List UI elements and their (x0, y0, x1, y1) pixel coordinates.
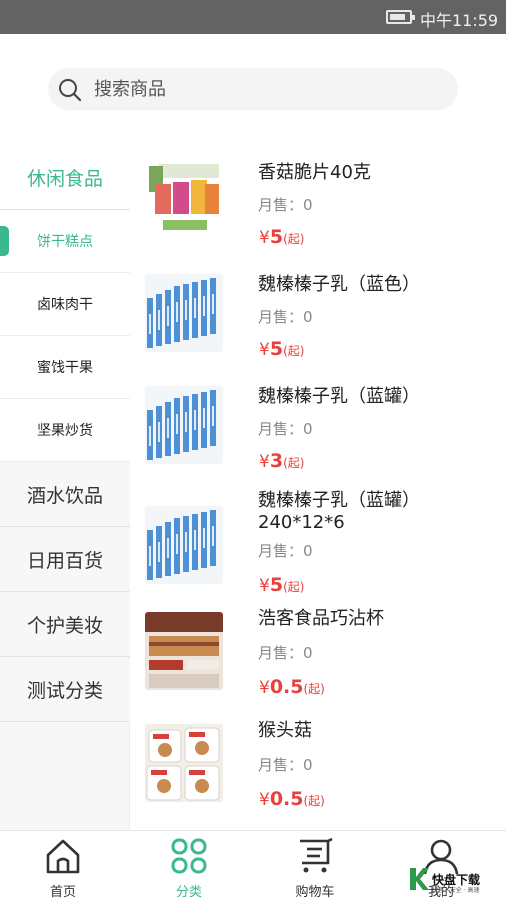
category-sidebar: 休闲食品 饼干糕点 卤味肉干 蜜饯干果 坚果炒货 酒水饮品 日用百货 个护美妆 … (0, 146, 130, 830)
product-sales: 月售：0 (258, 196, 313, 214)
active-indicator (0, 226, 9, 256)
product-item[interactable]: 魏榛榛子乳（蓝罐） 月售：0 ¥3(起) (131, 370, 506, 482)
category-item-beauty[interactable]: 个护美妆 (0, 593, 130, 657)
subcategory-label: 饼干糕点 (37, 234, 93, 250)
search-icon (59, 79, 82, 102)
product-image[interactable] (145, 612, 223, 690)
price-unit: (起) (303, 794, 325, 808)
subcategory-item-nuts[interactable]: 坚果炒货 (0, 399, 130, 462)
price-currency: ¥ (259, 576, 270, 596)
nav-label: 分类 (175, 885, 202, 900)
product-image[interactable] (145, 724, 223, 802)
cart-icon (300, 837, 333, 873)
product-sales: 月售：0 (258, 542, 313, 560)
search-input[interactable] (94, 68, 444, 110)
product-name: 魏榛榛子乳（蓝罐） (258, 490, 420, 511)
price-currency: ¥ (259, 228, 270, 248)
home-icon (46, 839, 80, 874)
product-price: ¥0.5(起) (259, 676, 325, 698)
product-list: 香菇脆片40克 月售：0 ¥5(起) 魏榛榛子乳（蓝色） 月售：0 ¥5(起) … (131, 146, 506, 830)
product-item[interactable]: 猴头菇 月售：0 ¥0.5(起) (131, 720, 506, 830)
price-currency: ¥ (259, 452, 270, 472)
product-sales: 月售：0 (258, 644, 313, 662)
status-time: 中午11:59 (420, 11, 499, 30)
k-logo-icon (410, 868, 429, 890)
price-currency: ¥ (259, 340, 270, 360)
product-price: ¥0.5(起) (259, 788, 325, 810)
price-currency: ¥ (259, 678, 270, 698)
product-price: ¥5(起) (259, 574, 304, 596)
subcategory-item-dried-fruit[interactable]: 蜜饯干果 (0, 336, 130, 399)
battery-icon (386, 10, 415, 24)
product-sales: 月售：0 (258, 756, 313, 774)
header (0, 34, 506, 146)
nav-home[interactable]: 首页 (0, 831, 126, 900)
product-name: 香菇脆片40克 (258, 162, 371, 183)
product-sales: 月售：0 (258, 420, 313, 438)
product-name-line2: 240*12*6 (258, 512, 345, 533)
price-unit: (起) (283, 580, 305, 594)
nav-cart[interactable]: 购物车 (252, 831, 378, 900)
nav-label: 首页 (49, 885, 76, 900)
search-box[interactable] (48, 68, 458, 110)
price-unit: (起) (303, 682, 325, 696)
price-value: 3 (269, 450, 284, 472)
product-item[interactable]: 魏榛榛子乳（蓝罐） 240*12*6 月售：0 ¥5(起) (131, 482, 506, 610)
status-bar: 中午11:59 (0, 0, 506, 34)
price-unit: (起) (283, 232, 305, 246)
price-value: 5 (269, 226, 284, 248)
price-currency: ¥ (259, 790, 270, 810)
product-name: 猴头菇 (258, 720, 312, 741)
product-name: 浩客食品巧沾杯 (258, 608, 384, 629)
product-item[interactable]: 浩客食品巧沾杯 月售：0 ¥0.5(起) (131, 608, 506, 722)
product-name: 魏榛榛子乳（蓝色） (258, 274, 420, 295)
category-item-daily-goods[interactable]: 日用百货 (0, 528, 130, 592)
category-item-test[interactable]: 测试分类 (0, 658, 130, 722)
subcategory-item-biscuits[interactable]: 饼干糕点 (0, 210, 130, 273)
battery-level (390, 14, 406, 20)
price-unit: (起) (283, 456, 305, 470)
category-item-leisure-food[interactable]: 休闲食品 (0, 146, 130, 210)
price-unit: (起) (283, 344, 305, 358)
subcategory-item-braised-meat[interactable]: 卤味肉干 (0, 273, 130, 336)
price-value: 0.5 (269, 788, 304, 810)
price-value: 5 (269, 338, 284, 360)
price-value: 0.5 (269, 676, 304, 698)
price-value: 5 (269, 574, 284, 596)
product-price: ¥5(起) (259, 226, 304, 248)
product-item[interactable]: 魏榛榛子乳（蓝色） 月售：0 ¥5(起) (131, 258, 506, 370)
product-image[interactable] (145, 162, 223, 240)
product-sales: 月售：0 (258, 308, 313, 326)
nav-category[interactable]: 分类 (126, 831, 252, 900)
nav-label: 购物车 (295, 885, 335, 900)
product-price: ¥5(起) (259, 338, 304, 360)
product-name: 魏榛榛子乳（蓝罐） (258, 386, 420, 407)
category-grid-icon (171, 838, 207, 874)
product-price: ¥3(起) (259, 450, 304, 472)
product-image[interactable] (145, 386, 223, 464)
watermark-logo: 快盘下载 绿色 · 安全 · 高速 (408, 866, 504, 896)
product-item[interactable]: 香菇脆片40克 月售：0 ¥5(起) (131, 146, 506, 258)
product-image[interactable] (145, 274, 223, 352)
product-image[interactable] (145, 506, 223, 584)
watermark-sub: 绿色 · 安全 · 高速 (432, 887, 480, 894)
category-item-drinks[interactable]: 酒水饮品 (0, 463, 130, 527)
